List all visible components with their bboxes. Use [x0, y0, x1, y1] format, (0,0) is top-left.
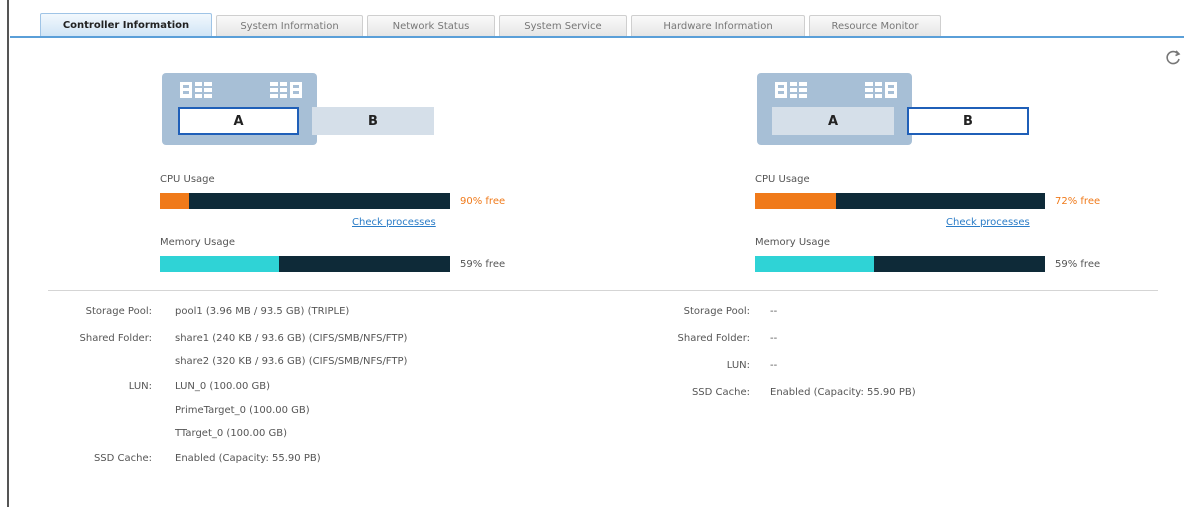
memory-usage-label: Memory Usage — [755, 237, 831, 248]
memory-usage-bar — [755, 256, 1045, 272]
slot-a-button[interactable]: A — [178, 107, 299, 135]
cpu-usage-fill — [755, 193, 837, 209]
cpu-usage-fill — [160, 193, 189, 209]
tab-controller-information[interactable]: Controller Information — [40, 13, 212, 37]
memory-usage-fill — [755, 256, 874, 272]
memory-usage-fill — [160, 256, 279, 272]
check-processes-link[interactable]: Check processes — [946, 217, 1030, 228]
tab-underline — [10, 36, 1184, 38]
cpu-usage-label: CPU Usage — [160, 174, 215, 185]
slot-a-button[interactable]: A — [772, 107, 894, 135]
cpu-usage-bar — [755, 193, 1045, 209]
ssd-cache-value: Enabled (Capacity: 55.90 PB) — [770, 387, 916, 398]
tab-resource-monitor[interactable]: Resource Monitor — [809, 15, 941, 37]
memory-free-text: 59% free — [1055, 259, 1101, 270]
memory-usage-label: Memory Usage — [160, 237, 236, 248]
controller-b-panel: A B — [757, 73, 1029, 145]
drive-left-icon — [775, 81, 809, 102]
slot-b-button[interactable]: B — [907, 107, 1029, 135]
ssd-cache-value: Enabled (Capacity: 55.90 PB) — [175, 453, 321, 464]
shared-folder-value: -- — [770, 333, 778, 344]
shared-folder-value: share1 (240 KB / 93.6 GB) (CIFS/SMB/NFS/… — [175, 333, 408, 344]
lun-value: PrimeTarget_0 (100.00 GB) — [175, 405, 310, 416]
slot-b-button[interactable]: B — [312, 107, 434, 135]
drive-right-icon — [865, 81, 899, 102]
tab-system-information[interactable]: System Information — [216, 15, 363, 37]
lun-value: LUN_0 (100.00 GB) — [175, 381, 270, 392]
storage-pool-value: pool1 (3.96 MB / 93.5 GB) (TRIPLE) — [175, 306, 350, 317]
tab-hardware-information[interactable]: Hardware Information — [631, 15, 805, 37]
ssd-cache-label: SSD Cache: — [691, 387, 750, 398]
memory-usage-bar — [160, 256, 450, 272]
check-processes-link[interactable]: Check processes — [352, 217, 436, 228]
cpu-free-text: 90% free — [460, 196, 506, 207]
tab-bar: Controller Information System Informatio… — [40, 13, 945, 37]
cpu-usage-bar — [160, 193, 450, 209]
storage-pool-label: Storage Pool: — [683, 306, 750, 317]
shared-folder-label: Shared Folder: — [79, 333, 152, 344]
refresh-icon[interactable] — [1163, 48, 1183, 68]
lun-label: LUN: — [128, 381, 152, 392]
cpu-free-text: 72% free — [1055, 196, 1101, 207]
drive-right-icon — [270, 81, 304, 102]
ssd-cache-label: SSD Cache: — [93, 453, 152, 464]
storage-pool-label: Storage Pool: — [85, 306, 152, 317]
shared-folder-value: share2 (320 KB / 93.6 GB) (CIFS/SMB/NFS/… — [175, 356, 408, 367]
tab-network-status[interactable]: Network Status — [367, 15, 495, 37]
lun-value: -- — [770, 360, 778, 371]
shared-folder-label: Shared Folder: — [677, 333, 750, 344]
cpu-usage-label: CPU Usage — [755, 174, 810, 185]
lun-value: TTarget_0 (100.00 GB) — [175, 428, 287, 439]
drive-left-icon — [180, 81, 214, 102]
controller-a-panel: A B — [162, 73, 434, 145]
section-divider — [48, 290, 1158, 291]
lun-label: LUN: — [726, 360, 750, 371]
tab-system-service[interactable]: System Service — [499, 15, 627, 37]
storage-pool-value: -- — [770, 306, 778, 317]
memory-free-text: 59% free — [460, 259, 506, 270]
